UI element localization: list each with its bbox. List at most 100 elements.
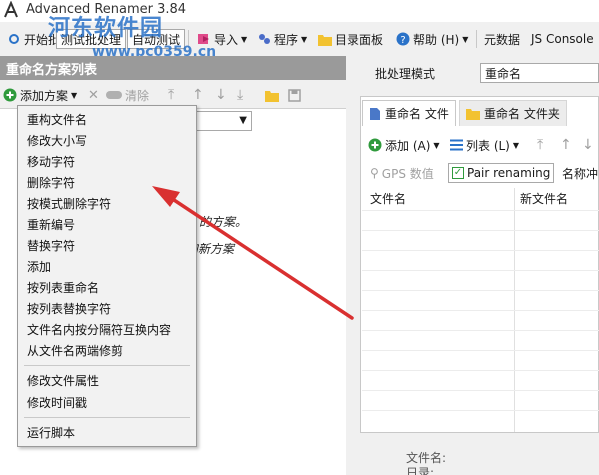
move-top-icon: ⤒ bbox=[537, 137, 544, 153]
folder-panel-button[interactable]: 目录面板 bbox=[313, 29, 388, 49]
move-top-icon: ⤒ bbox=[168, 87, 175, 103]
menu-item-rename-by-list[interactable]: 按列表重命名 bbox=[27, 279, 99, 296]
chevron-down-icon: ▼ bbox=[239, 115, 247, 126]
help-icon: ? bbox=[396, 32, 410, 46]
file-toolbar: 添加 (A) ▼ 列表 (L) ▼ ⤒ ↑ ↓ bbox=[362, 134, 599, 156]
menu-item-remove-pattern[interactable]: 按模式删除字符 bbox=[27, 195, 111, 212]
watermark-text: 河东软件园 bbox=[48, 16, 164, 41]
pair-renaming-label: Pair renaming bbox=[467, 166, 551, 180]
move-bottom-icon: ⤓ bbox=[237, 87, 244, 103]
program-icon bbox=[259, 34, 270, 44]
tab-rename-files[interactable]: 重命名 文件 bbox=[362, 100, 456, 126]
menu-separator bbox=[24, 365, 190, 366]
menu-item-restructure[interactable]: 重构文件名 bbox=[27, 111, 87, 128]
grid-row-line bbox=[362, 290, 599, 291]
file-move-down-button[interactable]: ↓ bbox=[582, 135, 594, 155]
menu-item-remove-chars[interactable]: 删除字符 bbox=[27, 174, 75, 191]
list-button[interactable]: 列表 (L) ▼ bbox=[450, 135, 519, 155]
grid-row-line bbox=[362, 310, 599, 311]
menu-item-attributes[interactable]: 修改文件属性 bbox=[27, 372, 99, 389]
menu-item-renumber[interactable]: 重新编号 bbox=[27, 216, 75, 233]
add-circle-icon bbox=[3, 88, 17, 102]
grid-row-line bbox=[362, 330, 599, 331]
menu-item-replace-by-list[interactable]: 按列表替换字符 bbox=[27, 300, 111, 317]
program-button[interactable]: 程序 ▼ bbox=[252, 29, 312, 49]
batch-mode-label: 批处理模式 bbox=[375, 67, 436, 81]
svg-text:?: ? bbox=[400, 35, 405, 46]
filename-field-label: 文件名: bbox=[406, 451, 447, 465]
name-conflict-button[interactable]: 名称冲 bbox=[562, 163, 598, 183]
file-subtoolbar: ⚲ GPS 数值 ✓ Pair renaming 名称冲 bbox=[362, 162, 599, 186]
move-top-button[interactable]: ⤒ bbox=[168, 85, 174, 105]
clear-icon bbox=[106, 91, 122, 99]
move-up-button[interactable]: ↑ bbox=[192, 85, 204, 105]
directory-field-label: 日录: bbox=[406, 466, 435, 475]
folder-icon bbox=[318, 34, 332, 46]
menu-item-replace[interactable]: 替换字符 bbox=[27, 237, 75, 254]
folder-icon bbox=[466, 109, 480, 120]
checkbox-checked-icon: ✓ bbox=[452, 167, 464, 179]
file-move-top-button[interactable]: ⤒ bbox=[537, 135, 543, 155]
column-header-filename[interactable]: 文件名 bbox=[370, 190, 406, 207]
pair-renaming-toggle[interactable]: ✓ Pair renaming bbox=[448, 163, 555, 183]
metadata-button[interactable]: 元数据 bbox=[479, 29, 525, 49]
folder-panel-label: 目录面板 bbox=[335, 32, 384, 47]
move-bottom-button[interactable]: ⤓ bbox=[237, 85, 243, 105]
file-icon bbox=[370, 107, 380, 120]
move-down-button[interactable]: ↓ bbox=[215, 85, 227, 105]
location-pin-icon: ⚲ bbox=[370, 166, 379, 180]
method-combo[interactable]: ▼ bbox=[190, 111, 252, 131]
metadata-label: 元数据 bbox=[484, 32, 521, 47]
grid-row-line bbox=[362, 270, 599, 271]
arrow-up-icon: ↑ bbox=[560, 137, 572, 153]
remove-method-button[interactable]: ✕ bbox=[88, 85, 99, 105]
add-method-label: 添加方案 bbox=[20, 88, 69, 103]
name-conflict-label: 名称冲 bbox=[562, 166, 599, 181]
help-button[interactable]: ? 帮助 (H) ▼ bbox=[391, 29, 473, 49]
arrow-down-icon: ↓ bbox=[215, 87, 227, 103]
grid-row-line bbox=[362, 350, 599, 351]
clear-methods-button[interactable]: 清除 bbox=[106, 85, 149, 105]
chevron-down-icon: ▼ bbox=[512, 140, 520, 150]
empty-hint-line1: 的方案。 bbox=[199, 215, 248, 229]
list-icon bbox=[450, 139, 463, 151]
file-move-up-button[interactable]: ↑ bbox=[560, 135, 572, 155]
menu-item-trim[interactable]: 从文件名两端修剪 bbox=[27, 342, 123, 359]
menu-separator bbox=[24, 417, 190, 418]
menu-item-add[interactable]: 添加 bbox=[27, 258, 51, 275]
gps-values-button[interactable]: ⚲ GPS 数值 bbox=[370, 163, 434, 183]
import-label: 导入 bbox=[214, 32, 239, 47]
program-label: 程序 bbox=[274, 32, 299, 47]
method-list-header-bar bbox=[198, 56, 346, 80]
add-files-button[interactable]: 添加 (A) ▼ bbox=[368, 135, 440, 155]
chevron-down-icon: ▼ bbox=[241, 34, 248, 44]
menu-item-timestamp[interactable]: 修改时间戳 bbox=[27, 394, 87, 411]
batch-mode-select[interactable]: 重命名 bbox=[480, 63, 599, 83]
tab-rename-files-label: 重命名 文件 bbox=[385, 107, 449, 121]
column-header-new-filename[interactable]: 新文件名 bbox=[520, 190, 568, 207]
close-icon: ✕ bbox=[88, 87, 99, 103]
open-preset-button[interactable] bbox=[265, 85, 279, 105]
tab-rename-folders[interactable]: 重命名 文件夹 bbox=[459, 100, 567, 126]
toolbar-divider bbox=[476, 30, 477, 48]
menu-item-swap[interactable]: 文件名内按分隔符互换内容 bbox=[27, 321, 171, 338]
gps-values-label: GPS 数值 bbox=[381, 166, 434, 181]
grid-row-line bbox=[362, 230, 599, 231]
folder-icon bbox=[265, 90, 279, 102]
arrow-down-icon: ↓ bbox=[582, 137, 594, 153]
menu-item-script[interactable]: 运行脚本 bbox=[27, 424, 75, 441]
add-method-button[interactable]: 添加方案 ▼ bbox=[3, 85, 77, 105]
app-logo-icon bbox=[4, 1, 18, 18]
js-console-label: JS Console bbox=[531, 32, 594, 46]
add-circle-icon bbox=[368, 138, 382, 152]
add-method-menu: 重构文件名 修改大小写 移动字符 删除字符 按模式删除字符 重新编号 替换字符 … bbox=[17, 105, 197, 447]
menu-item-move-chars[interactable]: 移动字符 bbox=[27, 153, 75, 170]
gear-icon bbox=[9, 34, 19, 44]
menu-item-change-case[interactable]: 修改大小写 bbox=[27, 132, 87, 149]
clear-label: 清除 bbox=[125, 88, 150, 103]
js-console-button[interactable]: JS Console bbox=[526, 29, 599, 49]
chevron-down-icon: ▼ bbox=[301, 34, 308, 44]
list-label: 列表 (L) bbox=[466, 138, 510, 153]
chevron-down-icon: ▼ bbox=[462, 34, 469, 44]
save-preset-button[interactable] bbox=[288, 85, 301, 105]
